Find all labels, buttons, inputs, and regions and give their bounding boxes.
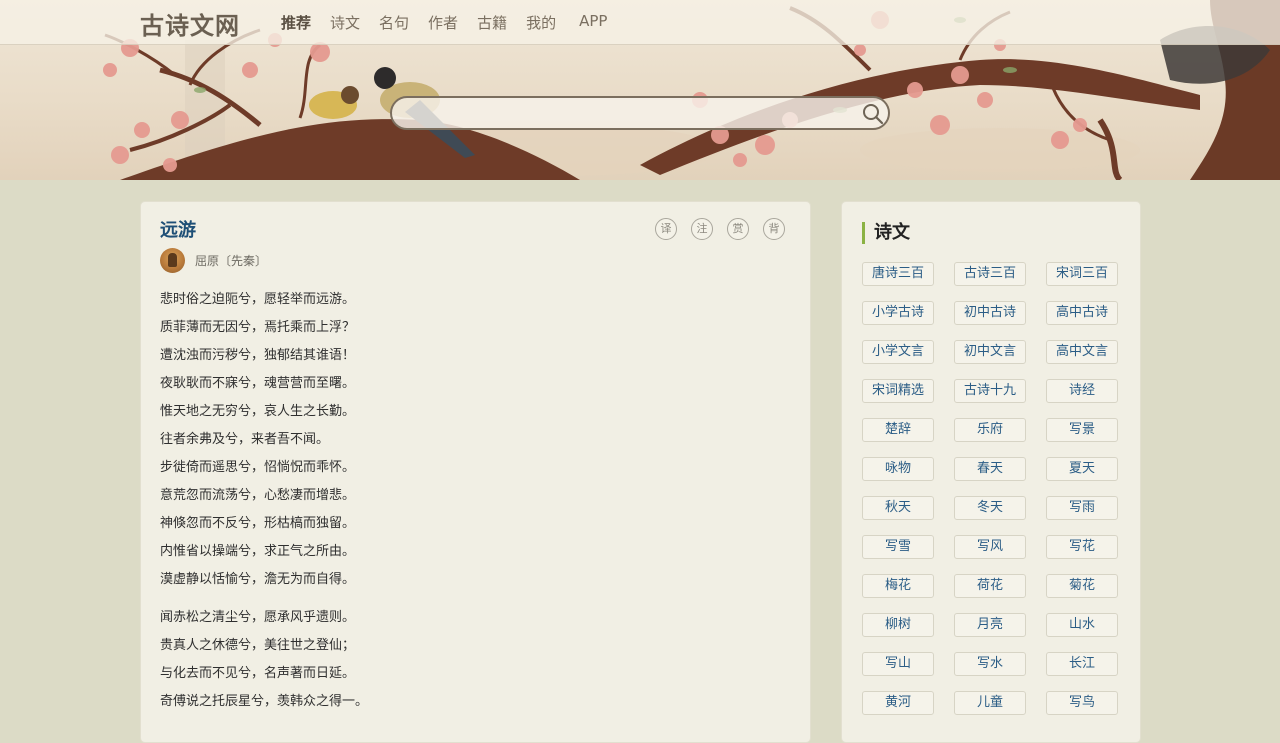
stanza-gap (160, 596, 780, 606)
nav-item-authors[interactable]: 作者 (428, 12, 458, 33)
category-tag[interactable]: 柳树 (862, 613, 934, 637)
poem-tools: 译 注 赏 背 (655, 218, 799, 240)
category-tag[interactable]: 冬天 (954, 496, 1026, 520)
category-tag[interactable]: 古诗十九 (954, 379, 1026, 403)
poem-line: 闻赤松之清尘兮，愿承风乎遗则。 (160, 610, 356, 625)
category-tag[interactable]: 初中古诗 (954, 301, 1026, 325)
main-nav: 推荐 诗文 名句 作者 古籍 我的 APP (281, 12, 626, 33)
sidebar-card: 诗文 唐诗三百 古诗三百 宋词三百小学古诗 初中古诗 高中古诗小学文言 初中文言 高中文言宋… (841, 201, 1141, 743)
annotate-button[interactable]: 注 (691, 218, 713, 240)
poem-line: 与化去而不见兮，名声著而日延。 (160, 666, 356, 681)
poem-line: 步徙倚而遥思兮，怊惝怳而乖怀。 (160, 460, 356, 475)
category-tag[interactable]: 写鸟 (1046, 691, 1118, 715)
category-tag[interactable]: 乐府 (954, 418, 1026, 442)
category-tag[interactable]: 写景 (1046, 418, 1118, 442)
header-banner: 古诗文网 推荐 诗文 名句 作者 古籍 我的 APP (0, 0, 1280, 180)
search-box (390, 96, 890, 130)
category-tag[interactable]: 小学古诗 (862, 301, 934, 325)
category-tag[interactable]: 梅花 (862, 574, 934, 598)
search-icon[interactable] (861, 102, 885, 126)
poem-line: 惟天地之无穷兮，哀人生之长勤。 (160, 404, 356, 419)
author-name[interactable]: 屈原〔先秦〕 (195, 252, 267, 269)
category-tag[interactable]: 古诗三百 (954, 262, 1026, 286)
author-avatar[interactable] (160, 248, 185, 273)
search-input[interactable] (406, 102, 850, 126)
category-tag[interactable]: 宋词精选 (862, 379, 934, 403)
category-tag[interactable]: 黄河 (862, 691, 934, 715)
appreciate-button[interactable]: 赏 (727, 218, 749, 240)
sidebar-title: 诗文 (862, 222, 910, 244)
poem-title[interactable]: 远游 (160, 216, 196, 242)
category-tag[interactable]: 楚辞 (862, 418, 934, 442)
poem-body: 悲时俗之迫阨兮，愿轻举而远游。 质菲薄而无因兮，焉托乘而上浮？ 遭沈浊而污秽兮，独郁… (160, 288, 780, 718)
poem-line: 漠虚静以恬愉兮，澹无为而自得。 (160, 572, 356, 587)
poem-card: 远游 译 注 赏 背 屈原〔先秦〕 悲时俗之迫阨兮，愿轻举而远游。 质菲薄而无因兮… (140, 201, 811, 743)
nav-item-poems[interactable]: 诗文 (330, 12, 360, 33)
category-tag[interactable]: 高中文言 (1046, 340, 1118, 364)
site-logo[interactable]: 古诗文网 (140, 6, 240, 41)
nav-item-classics[interactable]: 古籍 (477, 12, 507, 33)
poem-line: 内惟省以操端兮，求正气之所由。 (160, 544, 356, 559)
category-tag[interactable]: 春天 (954, 457, 1026, 481)
author-row: 屈原〔先秦〕 (160, 248, 267, 273)
poem-line: 贵真人之休德兮，美往世之登仙； (160, 638, 356, 653)
category-tag[interactable]: 宋词三百 (1046, 262, 1118, 286)
top-navigation-bar: 古诗文网 推荐 诗文 名句 作者 古籍 我的 APP (0, 0, 1280, 45)
category-tag[interactable]: 山水 (1046, 613, 1118, 637)
poem-line: 质菲薄而无因兮，焉托乘而上浮？ (160, 320, 356, 335)
category-tag[interactable]: 菊花 (1046, 574, 1118, 598)
nav-item-app[interactable]: APP (579, 12, 607, 33)
category-tag[interactable]: 荷花 (954, 574, 1026, 598)
poem-line: 神倏忽而不反兮，形枯槁而独留。 (160, 516, 356, 531)
category-tag[interactable]: 月亮 (954, 613, 1026, 637)
poem-line: 遭沈浊而污秽兮，独郁结其谁语！ (160, 348, 356, 363)
recite-button[interactable]: 背 (763, 218, 785, 240)
category-tag[interactable]: 儿童 (954, 691, 1026, 715)
category-tag[interactable]: 写花 (1046, 535, 1118, 559)
category-tag[interactable]: 写山 (862, 652, 934, 676)
category-tag[interactable]: 长江 (1046, 652, 1118, 676)
poem-line: 夜耿耿而不寐兮，魂营营而至曙。 (160, 376, 356, 391)
poem-line: 意荒忽而流荡兮，心愁凄而增悲。 (160, 488, 356, 503)
category-tag[interactable]: 咏物 (862, 457, 934, 481)
category-tag[interactable]: 写雪 (862, 535, 934, 559)
category-tag[interactable]: 诗经 (1046, 379, 1118, 403)
nav-item-famous-lines[interactable]: 名句 (379, 12, 409, 33)
category-tag[interactable]: 写风 (954, 535, 1026, 559)
poem-line: 往者余弗及兮，来者吾不闻。 (160, 432, 330, 447)
nav-item-mine[interactable]: 我的 (526, 12, 556, 33)
category-tag[interactable]: 写雨 (1046, 496, 1118, 520)
category-tag[interactable]: 小学文言 (862, 340, 934, 364)
poem-line: 奇傅说之托辰星兮，羡韩众之得一。 (160, 694, 369, 709)
translate-button[interactable]: 译 (655, 218, 677, 240)
category-tag[interactable]: 唐诗三百 (862, 262, 934, 286)
category-tag[interactable]: 写水 (954, 652, 1026, 676)
category-tag[interactable]: 初中文言 (954, 340, 1026, 364)
nav-item-recommend[interactable]: 推荐 (281, 12, 311, 33)
poem-line: 悲时俗之迫阨兮，愿轻举而远游。 (160, 292, 356, 307)
category-tag[interactable]: 夏天 (1046, 457, 1118, 481)
category-tag[interactable]: 秋天 (862, 496, 934, 520)
category-tag[interactable]: 高中古诗 (1046, 301, 1118, 325)
